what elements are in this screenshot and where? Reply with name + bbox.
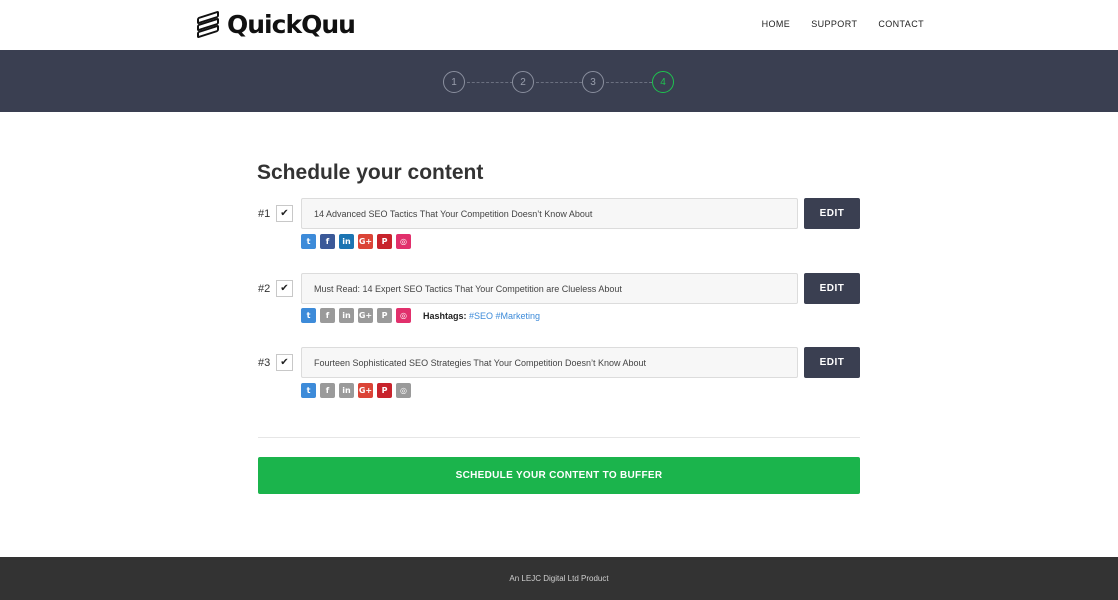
google-plus-icon[interactable]: G+ [358, 234, 373, 249]
row-checkbox[interactable]: ✔ [276, 205, 293, 222]
logo[interactable]: QuickQuu [195, 9, 356, 39]
step-connector [606, 82, 652, 83]
nav-home[interactable]: HOME [762, 19, 791, 29]
content-title-field[interactable]: Must Read: 14 Expert SEO Tactics That Yo… [301, 273, 798, 304]
step-connector [536, 82, 582, 83]
row-checkbox[interactable]: ✔ [276, 354, 293, 371]
linkedin-icon[interactable]: in [339, 308, 354, 323]
hashtags: Hashtags: #SEO #Marketing [423, 311, 540, 321]
content-title-field[interactable]: 14 Advanced SEO Tactics That Your Compet… [301, 198, 798, 229]
hashtags-values[interactable]: #SEO #Marketing [469, 311, 540, 321]
linkedin-icon[interactable]: in [339, 383, 354, 398]
footer-text: An LEJC Digital Ltd Product [509, 574, 609, 583]
row-number: #1 [258, 208, 271, 220]
site-footer: An LEJC Digital Ltd Product [0, 557, 1118, 600]
social-networks: t f in G+ P ◎ Hashtags: #SEO #Marketing [301, 308, 540, 323]
row-number: #3 [258, 357, 271, 369]
row-checkbox[interactable]: ✔ [276, 280, 293, 297]
facebook-icon[interactable]: f [320, 383, 335, 398]
social-networks: t f in G+ P ◎ [301, 383, 411, 398]
page-title: Schedule your content [257, 161, 484, 184]
instagram-icon[interactable]: ◎ [396, 234, 411, 249]
main-nav: HOME SUPPORT CONTACT [762, 19, 924, 29]
hashtags-label: Hashtags: [423, 310, 467, 321]
facebook-icon[interactable]: f [320, 308, 335, 323]
step-3[interactable]: 3 [582, 71, 604, 93]
schedule-to-buffer-button[interactable]: SCHEDULE YOUR CONTENT TO BUFFER [258, 457, 860, 494]
pinterest-icon[interactable]: P [377, 234, 392, 249]
google-plus-icon[interactable]: G+ [358, 308, 373, 323]
edit-button[interactable]: EDIT [804, 273, 860, 304]
logo-text: QuickQuu [227, 10, 356, 39]
step-4[interactable]: 4 [652, 71, 674, 93]
twitter-icon[interactable]: t [301, 308, 316, 323]
nav-support[interactable]: SUPPORT [811, 19, 857, 29]
pinterest-icon[interactable]: P [377, 308, 392, 323]
site-header: QuickQuu HOME SUPPORT CONTACT [0, 0, 1118, 50]
progress-steps: 1 2 3 4 [0, 50, 1118, 112]
social-networks: t f in G+ P ◎ [301, 234, 411, 249]
facebook-icon[interactable]: f [320, 234, 335, 249]
twitter-icon[interactable]: t [301, 383, 316, 398]
instagram-icon[interactable]: ◎ [396, 308, 411, 323]
divider [258, 437, 860, 438]
logo-stack-icon [195, 9, 223, 39]
pinterest-icon[interactable]: P [377, 383, 392, 398]
step-2[interactable]: 2 [512, 71, 534, 93]
twitter-icon[interactable]: t [301, 234, 316, 249]
step-connector [467, 82, 513, 83]
instagram-icon[interactable]: ◎ [396, 383, 411, 398]
step-1[interactable]: 1 [443, 71, 465, 93]
nav-contact[interactable]: CONTACT [878, 19, 924, 29]
edit-button[interactable]: EDIT [804, 347, 860, 378]
content-title-field[interactable]: Fourteen Sophisticated SEO Strategies Th… [301, 347, 798, 378]
google-plus-icon[interactable]: G+ [358, 383, 373, 398]
linkedin-icon[interactable]: in [339, 234, 354, 249]
row-number: #2 [258, 283, 271, 295]
edit-button[interactable]: EDIT [804, 198, 860, 229]
